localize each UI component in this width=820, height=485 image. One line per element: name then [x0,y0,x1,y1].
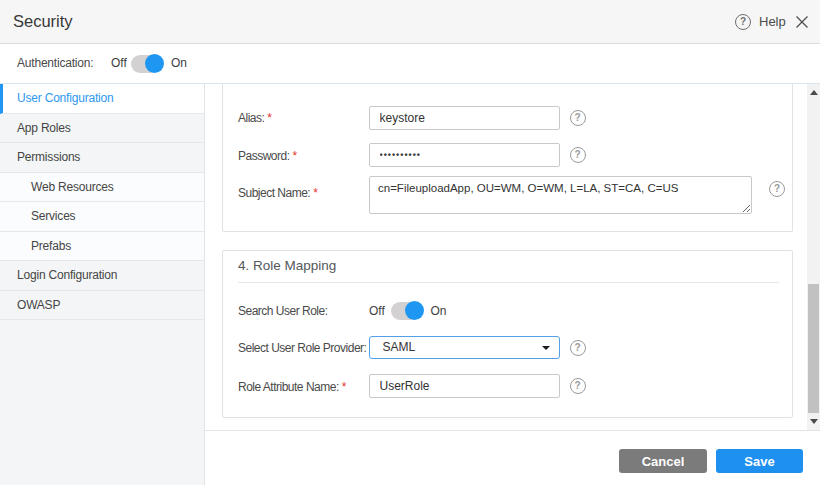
required-asterisk: * [342,380,346,394]
help-link[interactable]: Help [759,0,786,43]
password-label-text: Password: [238,149,290,163]
alias-label-text: Alias: [238,111,264,125]
alias-help-icon[interactable]: ? [570,110,586,126]
vertical-scrollbar[interactable] [807,84,820,430]
cancel-button[interactable]: Cancel [619,449,707,473]
search-user-role-label: Search User Role: [238,304,328,318]
page-title: Security [13,0,73,43]
scroll-up-button[interactable] [807,84,820,101]
sidebar-item-permissions[interactable]: Permissions [0,143,204,173]
sidebar-item-services[interactable]: Services [0,202,204,232]
authentication-bar: Authentication: Off On [0,44,820,84]
authentication-on-label: On [171,44,187,83]
alias-input[interactable] [369,106,560,130]
password-label: Password:* [238,149,297,163]
required-asterisk: * [267,111,271,125]
sidebar-item-web-resources[interactable]: Web Resources [0,173,204,203]
user-role-provider-select[interactable]: SAML [369,336,560,360]
sidebar: User Configuration App Roles Permissions… [0,84,205,485]
authentication-off-label: Off [111,44,127,83]
toggle-knob [145,54,164,73]
subject-name-label: Subject Name:* [238,186,317,200]
password-help-icon[interactable]: ? [570,147,586,163]
authentication-toggle[interactable] [131,55,164,73]
sidebar-item-login-configuration[interactable]: Login Configuration [0,261,204,291]
dialog-header: Security ? Help [0,0,820,44]
role-attribute-name-input[interactable] [369,374,560,398]
scroll-down-button[interactable] [807,413,820,430]
role-attribute-name-label: Role Attribute Name:* [238,380,346,394]
keystore-panel: Alias:* ? Password:* ? Subject Name:* cn… [222,84,793,232]
sidebar-item-user-configuration[interactable]: User Configuration [0,84,204,114]
search-user-role-off-label: Off [369,304,385,318]
scrollbar-thumb[interactable] [808,284,819,416]
provider-help-icon[interactable]: ? [570,340,586,356]
subject-name-textarea[interactable]: cn=FileuploadApp, OU=WM, O=WM, L=LA, ST=… [369,176,752,214]
scroll-down-arrow-icon [810,419,818,424]
required-asterisk: * [293,149,297,163]
sidebar-item-owasp[interactable]: OWASP [0,291,204,321]
role-attribute-help-icon[interactable]: ? [570,378,586,394]
role-mapping-divider [238,282,779,283]
sidebar-item-prefabs[interactable]: Prefabs [0,232,204,262]
select-user-role-provider-label: Select User Role Provider: [238,341,366,355]
help-icon[interactable]: ? [735,14,751,30]
toggle-knob [405,301,424,320]
scroll-up-arrow-icon [810,90,818,95]
alias-label: Alias:* [238,111,272,125]
search-user-role-on-label: On [431,304,447,318]
sidebar-item-app-roles[interactable]: App Roles [0,114,204,144]
role-mapping-panel: 4. Role Mapping Search User Role: Off On… [222,250,793,418]
required-asterisk: * [313,186,317,200]
save-button[interactable]: Save [716,449,803,473]
user-role-provider-value: SAML [383,337,416,359]
role-mapping-title: 4. Role Mapping [238,258,336,273]
authentication-label: Authentication: [17,44,93,83]
subject-name-label-text: Subject Name: [238,186,310,200]
close-icon[interactable] [794,14,810,30]
dialog-footer: Cancel Save [205,430,820,485]
subject-name-help-icon[interactable]: ? [769,181,785,197]
form-scroll-area: Alias:* ? Password:* ? Subject Name:* cn… [205,84,820,430]
role-attribute-name-label-text: Role Attribute Name: [238,380,339,394]
password-input[interactable] [369,143,560,167]
search-user-role-toggle[interactable] [391,302,424,320]
select-dropdown-arrow-icon [542,346,550,350]
